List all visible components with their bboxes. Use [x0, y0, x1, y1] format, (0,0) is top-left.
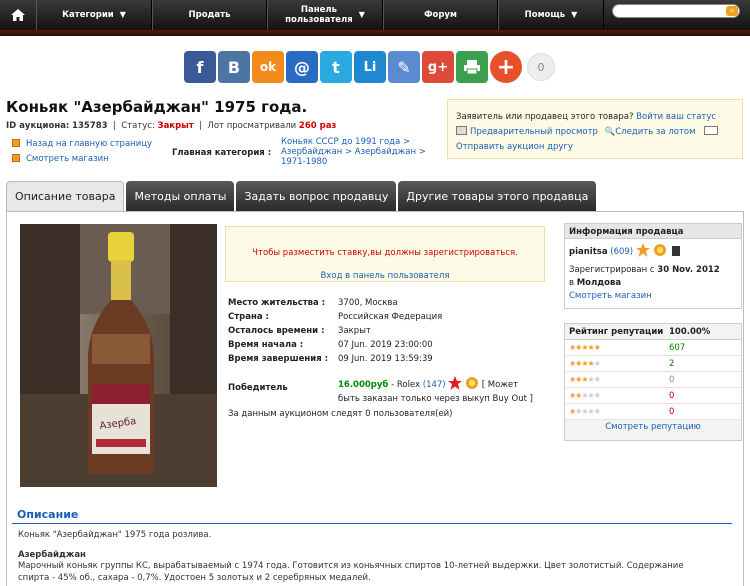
tab-description[interactable]: Описание товара: [6, 181, 125, 211]
nav-help[interactable]: Помощь ▼: [498, 0, 604, 30]
buyout-note: быть заказан только через выкуп Buy Out …: [338, 394, 533, 404]
vkontakte-icon[interactable]: B: [218, 51, 250, 83]
preview-link[interactable]: Предварительный просмотр: [470, 127, 598, 137]
send-to-friend-link[interactable]: Отправить аукцион другу: [456, 142, 573, 152]
liveinternet-icon[interactable]: Li: [354, 51, 386, 83]
chevron-down-icon: ▼: [571, 10, 578, 19]
chevron-down-icon: ▼: [358, 10, 365, 19]
rating-stars-icon: ★★★★★: [569, 375, 601, 384]
rating-stars-icon: ★★★★★: [569, 359, 601, 368]
reputation-box: Рейтинг репутации 100.00% ★★★★★ 607 ★★★★★ 2…: [564, 323, 742, 441]
rating-stars-icon: ★★★★★: [569, 391, 601, 400]
tab-ask-seller[interactable]: Задать вопрос продавцу: [236, 181, 397, 211]
seller-rating-link[interactable]: (609): [610, 247, 633, 257]
description-divider: [12, 523, 732, 524]
status-badge: Закрыт: [157, 121, 194, 131]
reputation-percent: 100.00%: [669, 327, 711, 337]
login-required-message: Чтобы разместить ставку,вы должны зареги…: [252, 248, 518, 258]
burst-badge-icon: [465, 377, 479, 390]
reputation-header: Рейтинг репутации 100.00%: [565, 324, 741, 340]
print-preview-icon: [456, 126, 467, 135]
login-status-link[interactable]: Войти ваш статус: [636, 112, 716, 122]
reputation-row: ★★★★★ 0: [565, 404, 741, 420]
share-bar: f B ok @ t Li ✎ g+ + 0: [184, 51, 555, 83]
category-label: Главная категория :: [172, 148, 272, 158]
home-icon[interactable]: [0, 0, 36, 30]
category-breadcrumb[interactable]: Коньяк СССР до 1991 года > Азербайджан >…: [281, 137, 441, 167]
view-reputation-link[interactable]: Смотреть репутацию: [605, 422, 701, 432]
watch-icon: 🔍: [604, 127, 616, 137]
lot-meta: ID аукциона: 135783 | Статус: Закрыт | Л…: [6, 121, 337, 131]
odnoklassniki-icon[interactable]: ok: [252, 51, 284, 83]
chevron-down-icon: ▼: [119, 10, 126, 19]
description-line-1: Коньяк "Азербайджан" 1975 года розлива.: [18, 530, 212, 540]
search-icon[interactable]: ⌕: [726, 6, 738, 16]
tab-bar: Описание товара Методы оплаты Задать воп…: [6, 181, 597, 211]
seller-shop-link[interactable]: Смотреть магазин: [569, 291, 652, 301]
shop-icon: [12, 154, 20, 162]
nav-sell[interactable]: Продать: [152, 0, 267, 30]
winner-rating-link[interactable]: (147): [423, 380, 446, 390]
star-badge-icon: [448, 376, 463, 390]
reputation-rows: ★★★★★ 607 ★★★★★ 2 ★★★★★ 0 ★★★★★ 0 ★★★★★ 0: [565, 340, 741, 420]
description-line-2: Марочный коньяк группы КС, вырабатываемы…: [18, 561, 684, 571]
top-navigation: Категории ▼ Продать Панель пользователя ▼ …: [0, 0, 750, 30]
reputation-count[interactable]: 607: [669, 343, 685, 353]
more-share-icon[interactable]: +: [490, 51, 522, 83]
reputation-count[interactable]: 0: [669, 375, 674, 385]
description-heading: Азербайджан: [18, 550, 86, 560]
burst-badge-icon: [653, 244, 667, 257]
seller-status-box: Заявитель или продавец этого товара? Вой…: [447, 99, 743, 159]
email-icon[interactable]: @: [286, 51, 318, 83]
reputation-count[interactable]: 2: [669, 359, 674, 369]
seller-info-header: Информация продавца: [564, 223, 742, 239]
seller-name[interactable]: pianitsa: [569, 247, 608, 257]
page-title: Коньяк "Азербайджан" 1975 года.: [6, 98, 308, 116]
winner-info: 16.000руб - Rolex (147) [ Может: [338, 376, 518, 390]
print-icon[interactable]: [456, 51, 488, 83]
login-notice: Чтобы разместить ставку,вы должны зареги…: [225, 226, 545, 282]
description-title: Описание: [17, 508, 79, 521]
twitter-icon[interactable]: t: [320, 51, 352, 83]
reputation-count[interactable]: 0: [669, 407, 674, 417]
facebook-icon[interactable]: f: [184, 51, 216, 83]
lot-side-links: Назад на главную страницу Смотреть магаз…: [12, 137, 152, 167]
reputation-row: ★★★★★ 607: [565, 340, 741, 356]
reputation-row: ★★★★★ 0: [565, 372, 741, 388]
seller-info-body: pianitsa (609) Зарегистрирован с 30 Nov.…: [564, 239, 742, 309]
envelope-icon: [704, 126, 719, 135]
search-input[interactable]: ⌕: [612, 4, 740, 18]
lot-id: 135783: [72, 121, 108, 131]
chess-badge-icon: [669, 246, 683, 257]
tab-payment[interactable]: Методы оплаты: [126, 181, 235, 211]
nav-categories[interactable]: Категории ▼: [36, 0, 152, 30]
description-line-3: спирта - 45% об., сахара - 0,7%. Удостое…: [18, 573, 371, 583]
seller-location: Молдова: [576, 278, 622, 288]
arrow-icon: [12, 139, 20, 147]
rating-stars-icon: ★★★★★: [569, 343, 601, 352]
google-plus-icon[interactable]: g+: [422, 51, 454, 83]
reputation-row: ★★★★★ 0: [565, 388, 741, 404]
followers-note: За данным аукционом следят 0 пользовател…: [228, 409, 453, 419]
tab-other-items[interactable]: Другие товары этого продавца: [398, 181, 597, 211]
nav-user-panel[interactable]: Панель пользователя ▼: [267, 0, 383, 30]
user-panel-login-link[interactable]: Вход в панель пользователя: [321, 271, 450, 281]
registration-date: 30 Nov. 2012: [657, 265, 720, 275]
share-count: 0: [527, 53, 555, 81]
watch-lot-link[interactable]: Следить за лотом: [615, 127, 695, 137]
product-photo[interactable]: Азерба: [20, 224, 217, 487]
view-shop-link[interactable]: Смотреть магазин: [26, 154, 109, 164]
rating-stars-icon: ★★★★★: [569, 407, 601, 416]
reputation-row: ★★★★★ 2: [565, 356, 741, 372]
views-count: 260 раз: [298, 121, 337, 131]
winning-price: 16.000руб: [338, 380, 389, 390]
livejournal-icon[interactable]: ✎: [388, 51, 420, 83]
back-to-home-link[interactable]: Назад на главную страницу: [26, 139, 152, 149]
nav-forum[interactable]: Форум: [383, 0, 498, 30]
reputation-count[interactable]: 0: [669, 391, 674, 401]
star-badge-icon: [635, 243, 650, 257]
nav-subbar: [0, 30, 750, 36]
